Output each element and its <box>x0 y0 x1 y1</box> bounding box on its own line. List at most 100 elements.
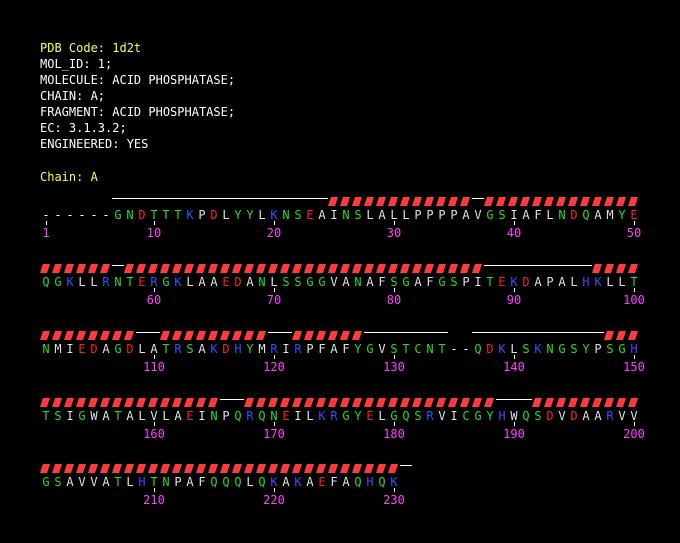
chain-label: Chain: A <box>40 170 98 184</box>
helix-segment <box>52 398 62 407</box>
residue: A <box>330 342 338 356</box>
helix-segment <box>628 331 638 340</box>
helix-segment <box>388 197 398 206</box>
residue: A <box>582 409 590 423</box>
helix-segment <box>292 464 302 473</box>
residue: L <box>378 409 386 423</box>
residue: A <box>174 409 182 423</box>
residue: L <box>138 342 146 356</box>
position-tick <box>514 422 515 426</box>
residue: G <box>618 342 626 356</box>
residue: A <box>318 208 326 222</box>
helix-segment <box>100 264 110 273</box>
position-tick <box>394 488 395 492</box>
helix-segment <box>604 264 614 273</box>
residue: H <box>498 409 506 423</box>
residue: F <box>330 475 338 489</box>
gap-mark: - <box>90 208 98 222</box>
residue: T <box>114 475 122 489</box>
residue: F <box>342 342 350 356</box>
residue: K <box>210 342 218 356</box>
helix-segment <box>244 398 254 407</box>
helix-segment <box>472 398 482 407</box>
helix-segment <box>40 331 50 340</box>
helix-segment <box>340 331 350 340</box>
helix-segment <box>460 197 470 206</box>
helix-segment <box>532 197 542 206</box>
helix-segment <box>592 264 602 273</box>
position-tick <box>46 221 47 225</box>
helix-segment <box>148 464 158 473</box>
residue: G <box>318 275 326 289</box>
residue: I <box>330 208 338 222</box>
helix-segment <box>340 464 350 473</box>
helix-segment <box>256 264 266 273</box>
helix-segment <box>412 197 422 206</box>
helix-segment <box>76 398 86 407</box>
header-line-mol-id: MOL_ID: 1; <box>40 57 113 71</box>
position-tick <box>274 422 275 426</box>
residue: V <box>90 475 98 489</box>
helix-segment <box>136 464 146 473</box>
helix-segment <box>208 398 218 407</box>
residue: E <box>138 275 146 289</box>
residue: V <box>474 208 482 222</box>
helix-segment <box>124 331 134 340</box>
residue: L <box>366 208 374 222</box>
residue: P <box>198 208 206 222</box>
residue: N <box>558 208 566 222</box>
position-tick <box>394 355 395 359</box>
gap-mark: - <box>450 342 458 356</box>
residue: P <box>462 275 470 289</box>
residue: A <box>342 475 350 489</box>
helix-segment <box>352 331 362 340</box>
residue: D <box>138 208 146 222</box>
helix-segment <box>628 264 638 273</box>
position-number: 20 <box>266 226 282 240</box>
residue: V <box>378 342 386 356</box>
residue: V <box>78 475 86 489</box>
helix-segment <box>364 464 374 473</box>
residue: D <box>222 342 230 356</box>
residue: P <box>450 208 458 222</box>
residue: L <box>126 475 134 489</box>
helix-segment <box>292 398 302 407</box>
residue: Q <box>234 475 242 489</box>
helix-segment <box>184 464 194 473</box>
helix-segment <box>76 264 86 273</box>
residue: Q <box>402 409 410 423</box>
helix-segment <box>364 264 374 273</box>
helix-segment <box>172 331 182 340</box>
residue: L <box>546 208 554 222</box>
helix-segment <box>208 331 218 340</box>
residue: A <box>414 275 422 289</box>
helix-segment <box>400 264 410 273</box>
residue: L <box>186 275 194 289</box>
helix-segment <box>472 264 482 273</box>
residue: E <box>282 409 290 423</box>
helix-segment <box>88 398 98 407</box>
position-tick <box>394 288 395 292</box>
position-tick <box>514 355 515 359</box>
helix-segment <box>88 331 98 340</box>
residue: Y <box>246 208 254 222</box>
position-number: 180 <box>383 427 405 441</box>
helix-segment <box>316 398 326 407</box>
helix-segment <box>424 264 434 273</box>
residue: G <box>162 275 170 289</box>
residue: N <box>210 409 218 423</box>
residue: F <box>378 275 386 289</box>
helix-segment <box>628 398 638 407</box>
position-number: 40 <box>506 226 522 240</box>
helix-segment <box>484 398 494 407</box>
helix-segment <box>292 264 302 273</box>
helix-segment <box>172 398 182 407</box>
residue: S <box>570 342 578 356</box>
helix-segment <box>436 398 446 407</box>
residue: G <box>438 275 446 289</box>
position-tick <box>274 355 275 359</box>
residue: G <box>306 275 314 289</box>
helix-segment <box>196 464 206 473</box>
position-number: 150 <box>623 360 645 374</box>
helix-segment <box>124 398 134 407</box>
